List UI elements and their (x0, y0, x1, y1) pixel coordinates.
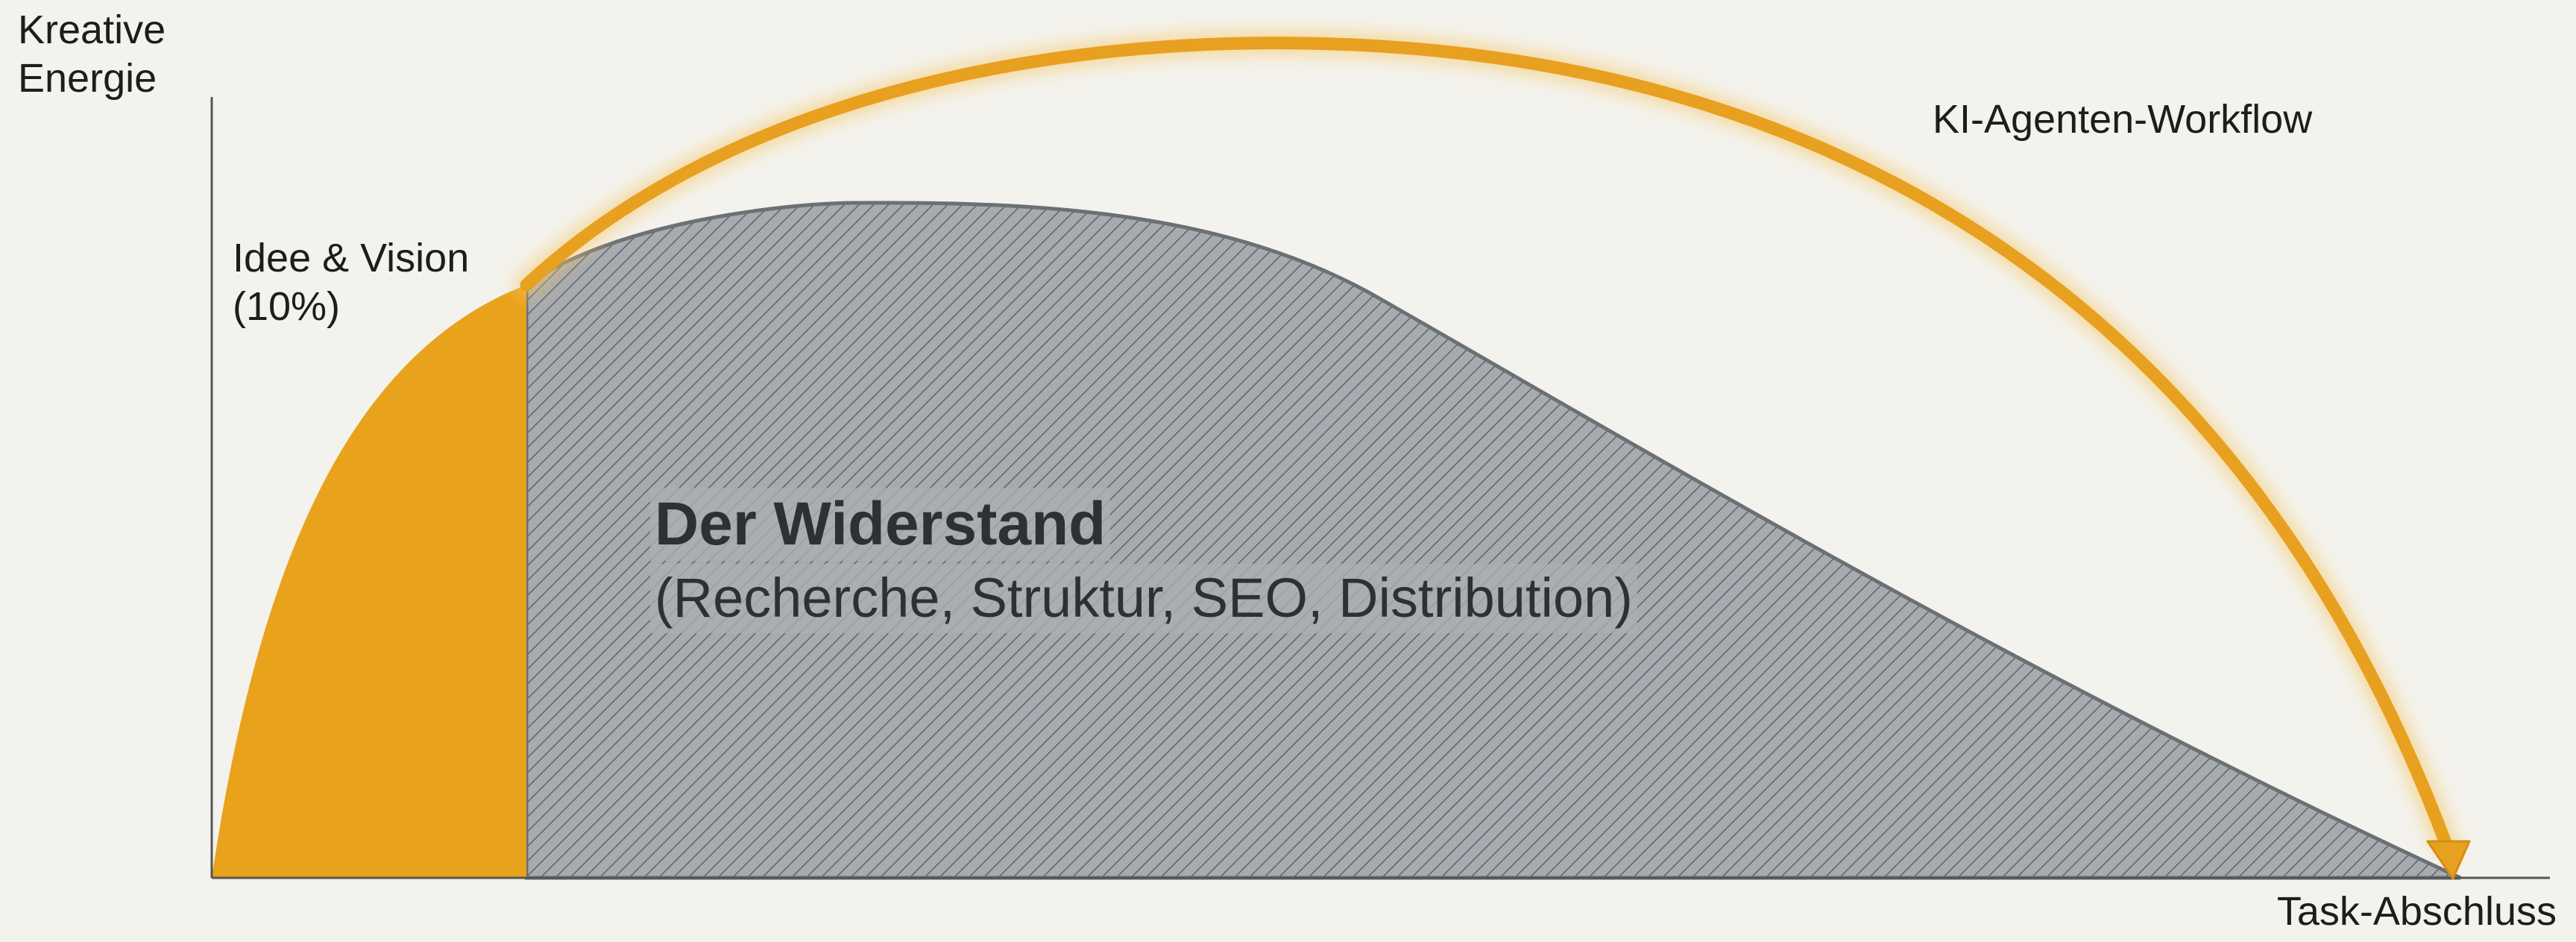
idea-label: Idee & Vision (10%) (233, 236, 470, 329)
resistance-subtitle: (Recherche, Struktur, SEO, Distribution) (650, 564, 1637, 634)
idea-area (212, 285, 526, 878)
resistance-title: Der Widerstand (650, 488, 1111, 562)
x-axis-label: Task-Abschluss (2276, 889, 2557, 934)
y-axis-label: Kreative Energie (18, 7, 166, 101)
workflow-label: KI-Agenten-Workflow (1933, 97, 2313, 142)
resistance-label-group: Der Widerstand (Recherche, Struktur, SEO… (650, 488, 1637, 634)
